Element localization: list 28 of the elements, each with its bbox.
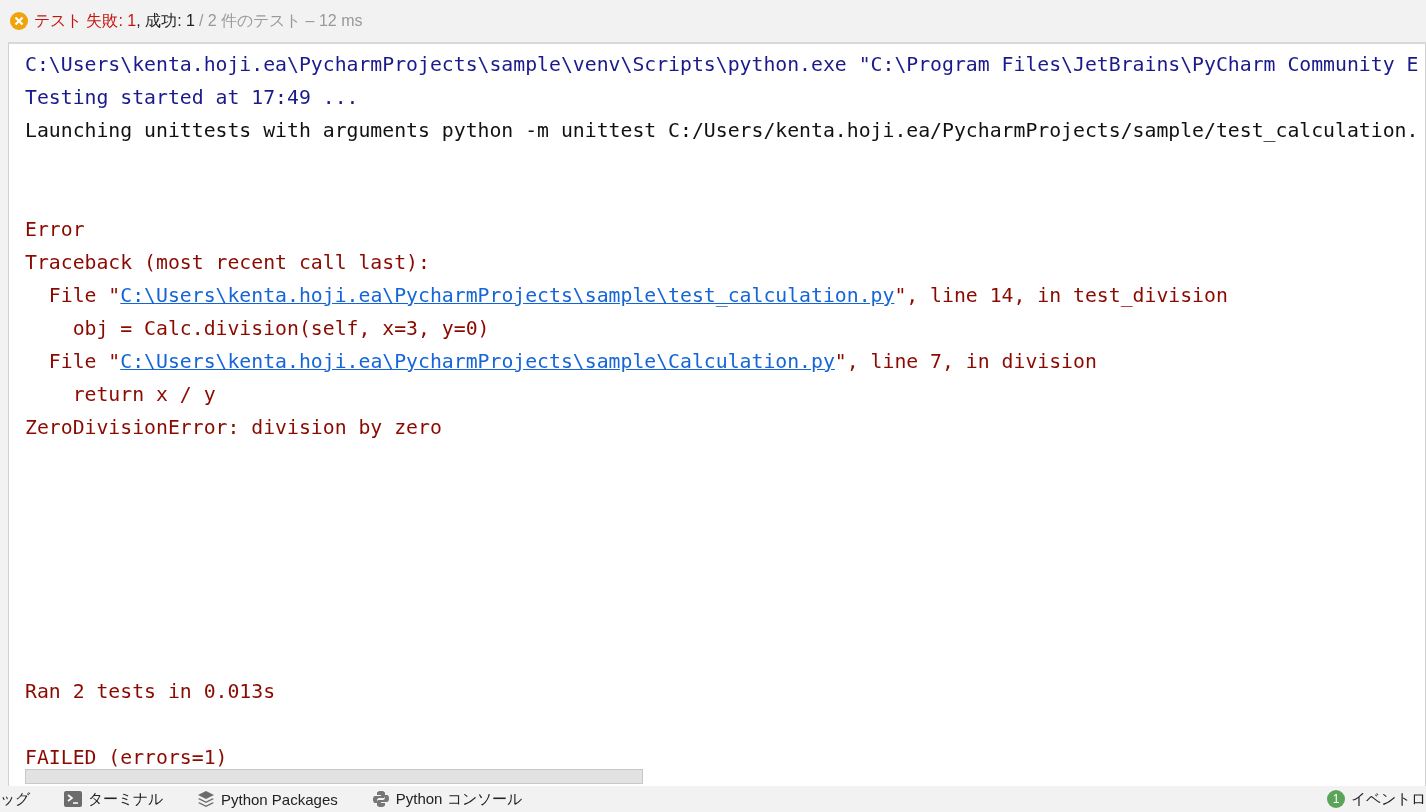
console-text: Error xyxy=(25,218,85,241)
test-status-text: テスト 失敗: 1, 成功: 1 / 2 件のテスト – 12 ms xyxy=(34,10,363,31)
console-text: Launching unittests with arguments python -m unittest C:/Users/kenta.hoji.ea/PycharmProjects/sample/test_calculation. xyxy=(25,119,1419,142)
console-text: Testing started at 17:49 ... xyxy=(25,86,359,109)
console-text: FAILED (errors=1) xyxy=(25,746,228,769)
horizontal-scrollbar[interactable] xyxy=(25,769,643,784)
console-text: return x / y xyxy=(71,383,216,406)
console-text: Ran 2 tests in 0.013s xyxy=(25,680,276,703)
console-text: File " xyxy=(47,284,121,307)
console-text: ", line 14, in test_division xyxy=(894,284,1228,307)
file-link[interactable]: C:\Users\kenta.hoji.ea\PycharmProjects\sample\test_calculation.py xyxy=(120,284,895,307)
console-text: obj = Calc.division(self, x=3, y=0) xyxy=(71,317,490,340)
console-text: C:\Users\kenta.hoji.ea\PycharmProjects\sample\venv\Scripts\python.exe "C:\Program Files\JetBrains\PyCharm Community E xyxy=(25,53,1419,76)
python-icon xyxy=(371,790,390,808)
error-icon xyxy=(10,12,28,30)
console-text: ", line 7, in division xyxy=(834,350,1097,373)
console-text: Traceback (most recent call last): xyxy=(25,251,430,274)
tool-window-tab[interactable]: Python コンソール xyxy=(371,789,538,809)
tool-window-tab[interactable]: ッグ xyxy=(0,789,46,809)
terminal-icon xyxy=(64,791,82,807)
event-log-tab[interactable]: 1 イベントロ xyxy=(1327,789,1426,809)
console-text: ZeroDivisionError: division by zero xyxy=(25,416,442,439)
tool-window-tab[interactable]: ターミナル xyxy=(64,789,179,809)
console-text: File " xyxy=(47,350,121,373)
notification-badge: 1 xyxy=(1327,790,1345,808)
file-link[interactable]: C:\Users\kenta.hoji.ea\PycharmProjects\sample\Calculation.py xyxy=(120,350,835,373)
tool-window-tab[interactable]: Python Packages xyxy=(197,790,354,808)
layers-icon xyxy=(197,790,215,808)
